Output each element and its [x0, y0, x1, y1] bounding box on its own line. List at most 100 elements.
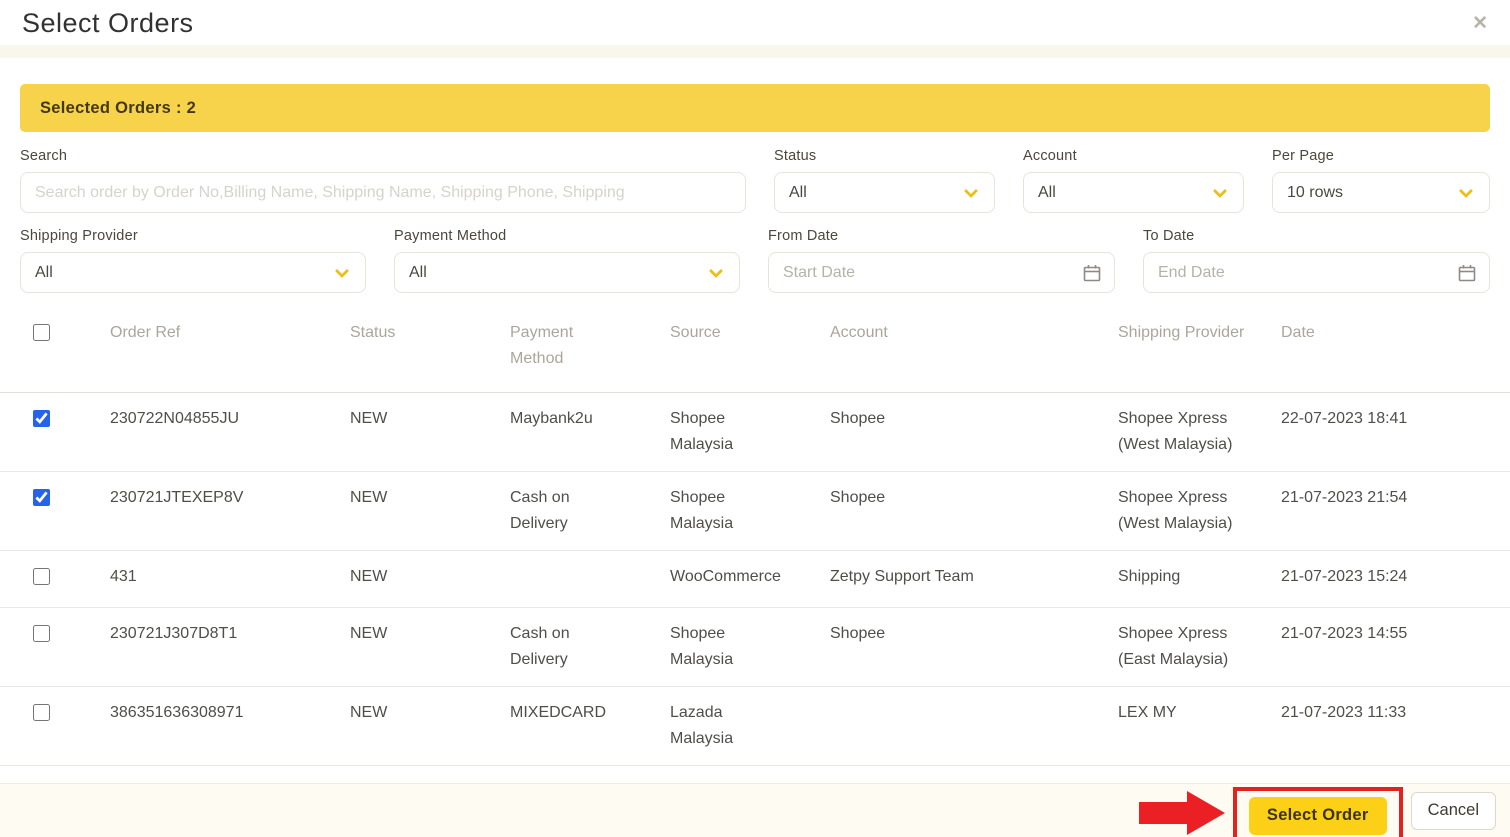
cell-status: NEW [350, 392, 510, 472]
row-checkbox[interactable] [33, 410, 50, 427]
col-header-order-ref: Order Ref [110, 306, 350, 393]
cell-status: NEW [350, 607, 510, 687]
table-row: 230722N04855JU NEW Maybank2u Shopee Mala… [0, 392, 1510, 472]
cell-account: Shopee [830, 471, 1118, 551]
cell-payment-method [510, 550, 670, 608]
per-page-label: Per Page [1272, 148, 1335, 164]
col-header-account: Account [830, 306, 1118, 393]
select-order-button[interactable]: Select Order [1248, 796, 1387, 835]
search-label: Search [20, 148, 68, 164]
from-date-label: From Date [768, 228, 839, 244]
annotation-arrow-icon [1138, 790, 1225, 835]
col-header-shipping-provider: Shipping Provider [1118, 306, 1281, 393]
cell-account: Zetpy Support Team [830, 550, 1118, 608]
search-input[interactable] [20, 172, 746, 213]
status-select-value: All [789, 183, 807, 201]
cell-source: Shopee Malaysia [670, 392, 830, 472]
chevron-down-icon [708, 263, 724, 279]
table-row: 230721JTEXEP8V NEW Cash on Delivery Shop… [0, 471, 1510, 551]
calendar-icon[interactable] [1457, 263, 1477, 288]
page-title: Select Orders [22, 8, 194, 38]
cell-date: 22-07-2023 18:41 [1281, 392, 1510, 472]
row-checkbox[interactable] [33, 489, 50, 506]
table-header-row: Order Ref Status Payment Method Source A… [0, 306, 1510, 393]
cell-source: Shopee Malaysia [670, 471, 830, 551]
from-date-field [768, 252, 1115, 293]
row-checkbox[interactable] [33, 568, 50, 585]
header-divider [0, 45, 1510, 58]
per-page-select-value: 10 rows [1287, 183, 1344, 201]
to-date-label: To Date [1143, 228, 1195, 244]
cell-status: NEW [350, 471, 510, 551]
status-filter: Status All [774, 148, 995, 213]
select-orders-modal: Select Orders ✕ Selected Orders : 2 Sear… [0, 0, 1510, 837]
end-date-input[interactable] [1144, 253, 1449, 292]
payment-method-select[interactable]: All [394, 252, 740, 293]
payment-method-filter: Payment Method All [394, 228, 740, 293]
row-checkbox[interactable] [33, 625, 50, 642]
table-row: 230721J307D8T1 NEW Cash on Delivery Shop… [0, 607, 1510, 687]
cell-status: NEW [350, 686, 510, 766]
cell-order-ref: 386351636308971 [110, 686, 350, 766]
start-date-input[interactable] [769, 253, 1074, 292]
cell-date: 21-07-2023 15:24 [1281, 550, 1510, 608]
shipping-provider-label: Shipping Provider [20, 228, 138, 244]
close-icon[interactable]: ✕ [1472, 8, 1490, 33]
row-checkbox[interactable] [33, 704, 50, 721]
per-page-filter: Per Page 10 rows [1272, 148, 1490, 213]
cell-shipping-provider: Shopee Xpress (West Malaysia) [1118, 392, 1281, 472]
modal-footer: Select Order Cancel [0, 783, 1510, 837]
cell-shipping-provider: Shopee Xpress (West Malaysia) [1118, 471, 1281, 551]
cell-order-ref: 230722N04855JU [110, 392, 350, 472]
payment-method-label: Payment Method [394, 228, 507, 244]
selected-orders-count: Selected Orders : 2 [40, 98, 197, 117]
status-label: Status [774, 148, 817, 164]
chevron-down-icon [963, 183, 979, 199]
annotation-highlight-box: Select Order [1232, 786, 1403, 837]
orders-table: Order Ref Status Payment Method Source A… [0, 306, 1510, 823]
col-header-status: Status [350, 306, 510, 393]
chevron-down-icon [1458, 183, 1474, 199]
cell-order-ref: 230721JTEXEP8V [110, 471, 350, 551]
col-header-source: Source [670, 306, 830, 393]
cell-payment-method: Maybank2u [510, 392, 670, 472]
filters-section: Search Status All Account All Per Page [0, 132, 1510, 293]
cell-account [830, 686, 1118, 766]
cell-shipping-provider: LEX MY [1118, 686, 1281, 766]
table-row: 386351636308971 NEW MIXEDCARD Lazada Mal… [0, 686, 1510, 766]
cell-source: Shopee Malaysia [670, 607, 830, 687]
cancel-button[interactable]: Cancel [1410, 791, 1496, 830]
cell-date: 21-07-2023 11:33 [1281, 686, 1510, 766]
account-filter: Account All [1023, 148, 1244, 213]
account-select-value: All [1038, 183, 1056, 201]
chevron-down-icon [334, 263, 350, 279]
table-row: 431 NEW WooCommerce Zetpy Support Team S… [0, 550, 1510, 608]
shipping-provider-select[interactable]: All [20, 252, 366, 293]
cell-payment-method: Cash on Delivery [510, 471, 670, 551]
shipping-provider-filter: Shipping Provider All [20, 228, 366, 293]
cell-order-ref: 431 [110, 550, 350, 608]
cell-source: WooCommerce [670, 550, 830, 608]
shipping-provider-select-value: All [35, 263, 53, 281]
calendar-icon[interactable] [1082, 263, 1102, 288]
payment-method-select-value: All [409, 263, 427, 281]
cell-account: Shopee [830, 392, 1118, 472]
cell-date: 21-07-2023 21:54 [1281, 471, 1510, 551]
cell-account: Shopee [830, 607, 1118, 687]
from-date-filter: From Date [768, 228, 1115, 293]
cell-source: Lazada Malaysia [670, 686, 830, 766]
cell-payment-method: MIXEDCARD [510, 686, 670, 766]
search-filter: Search [20, 148, 746, 213]
per-page-select[interactable]: 10 rows [1272, 172, 1490, 213]
cell-status: NEW [350, 550, 510, 608]
select-all-checkbox[interactable] [33, 324, 50, 341]
selected-orders-banner: Selected Orders : 2 [20, 84, 1490, 132]
cell-payment-method: Cash on Delivery [510, 607, 670, 687]
chevron-down-icon [1212, 183, 1228, 199]
col-header-date: Date [1281, 306, 1510, 393]
account-select[interactable]: All [1023, 172, 1244, 213]
status-select[interactable]: All [774, 172, 995, 213]
to-date-field [1143, 252, 1490, 293]
col-header-payment-method: Payment Method [510, 306, 670, 393]
to-date-filter: To Date [1143, 228, 1490, 293]
